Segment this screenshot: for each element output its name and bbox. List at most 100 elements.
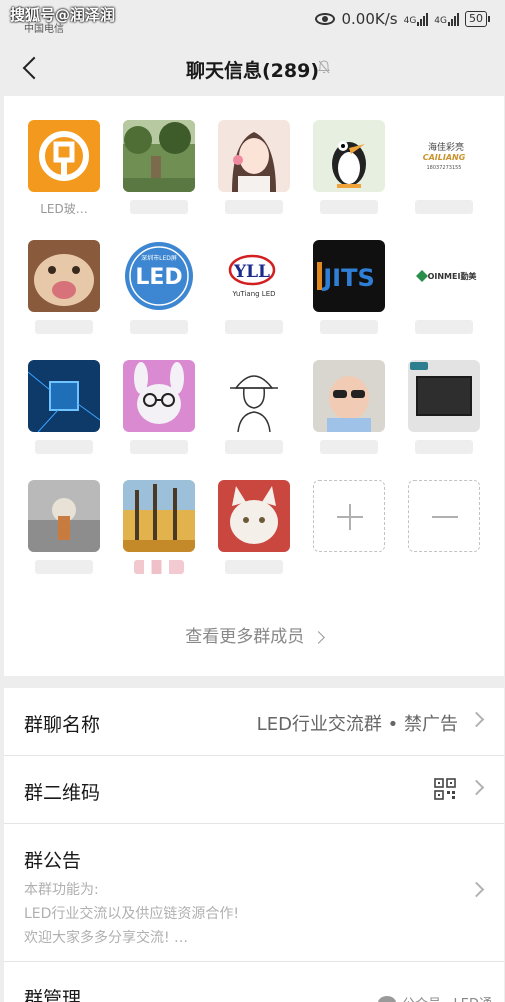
member-item[interactable]: 海佳彩亮 CAILIANG 18037273155 [408, 120, 480, 218]
chevron-right-icon [468, 711, 485, 728]
panel-photo-icon [408, 360, 480, 432]
member-avatar[interactable]: JITS [313, 240, 385, 312]
member-item[interactable]: JITS [313, 240, 385, 338]
remove-member-item[interactable] [408, 480, 480, 552]
chevron-right-icon [468, 779, 485, 796]
led-badge-icon: LED 深圳市LED屏 [123, 240, 195, 312]
member-avatar[interactable] [123, 120, 195, 192]
signal-icon-2: 4G [434, 12, 459, 26]
jits-logo-icon: JITS [313, 240, 385, 312]
member-avatar[interactable] [313, 360, 385, 432]
add-member-button[interactable] [313, 480, 385, 552]
member-name [218, 440, 290, 458]
member-item[interactable] [218, 120, 290, 218]
member-avatar[interactable]: YLL YuTiang LED [218, 240, 290, 312]
notice-line: 本群功能为: [24, 882, 99, 898]
member-name [123, 560, 195, 578]
nav-bar: 聊天信息(289) [0, 40, 505, 96]
member-item[interactable] [123, 480, 195, 578]
member-name [28, 440, 100, 458]
member-avatar[interactable] [218, 480, 290, 552]
member-avatar[interactable] [123, 360, 195, 432]
member-avatar[interactable] [218, 360, 290, 432]
member-name [408, 320, 480, 338]
status-icons: 0.00K/s 4G 4G 50 [315, 10, 490, 28]
member-avatar[interactable]: OINMEI勤美 [408, 240, 480, 312]
group-name-row[interactable]: 群聊名称 LED行业交流群 • 禁广告 [4, 688, 504, 756]
member-avatar[interactable] [28, 480, 100, 552]
member-item[interactable] [313, 120, 385, 218]
svg-text:LED: LED [135, 265, 182, 290]
member-avatar[interactable]: 海佳彩亮 CAILIANG 18037273155 [408, 120, 480, 192]
member-name [313, 320, 385, 338]
group-notice-row[interactable]: 群公告 本群功能为: LED行业交流以及供应链资源合作! 欢迎大家多多分享交流!… [4, 824, 504, 962]
member-name [28, 320, 100, 338]
battery-icon: 50 [465, 11, 490, 27]
svg-text:CAILIANG: CAILIANG [423, 153, 466, 162]
member-avatar[interactable] [313, 120, 385, 192]
bank-logo-icon [28, 120, 100, 192]
member-item[interactable]: YLL YuTiang LED [218, 240, 290, 338]
member-item[interactable]: LED 深圳市LED屏 [123, 240, 195, 338]
mute-bell-icon [318, 60, 330, 74]
member-avatar[interactable] [28, 240, 100, 312]
white-cat-icon [218, 480, 290, 552]
hat-sketch-icon [218, 360, 290, 432]
member-name [123, 200, 195, 218]
member-name [28, 560, 100, 578]
group-manage-label: 群管理 [24, 988, 82, 1002]
signal-icon: 4G [404, 12, 429, 26]
member-item[interactable] [28, 480, 100, 578]
member-item[interactable] [123, 360, 195, 458]
svg-text:YLL: YLL [233, 262, 270, 282]
member-name [313, 440, 385, 458]
member-item[interactable] [218, 480, 290, 578]
chevron-right-icon [311, 631, 325, 644]
view-more-label: 查看更多群成员 [185, 627, 305, 647]
group-notice-label: 群公告 [24, 850, 82, 872]
group-name-label: 群聊名称 [24, 714, 101, 736]
svg-text:18037273155: 18037273155 [427, 165, 462, 171]
svg-text:JITS: JITS [321, 264, 375, 292]
member-item[interactable] [408, 360, 480, 458]
add-member-item[interactable] [313, 480, 385, 552]
chip-photo-icon [28, 360, 100, 432]
group-notice-preview: 本群功能为: LED行业交流以及供应链资源合作! 欢迎大家多多分享交流! … [24, 878, 239, 950]
member-item[interactable]: OINMEI勤美 [408, 240, 480, 338]
girl-illustration-icon [218, 120, 290, 192]
cailiang-logo-icon: 海佳彩亮 CAILIANG 18037273155 [408, 120, 480, 192]
eye-icon [315, 13, 336, 25]
member-avatar[interactable] [28, 120, 100, 192]
member-name [123, 440, 195, 458]
baby-sunglasses-icon [313, 360, 385, 432]
settings-list: 群聊名称 LED行业交流群 • 禁广告 群二维码 群公告 本群功能为: LED行… [4, 688, 504, 1002]
member-name [218, 320, 290, 338]
member-avatar[interactable]: LED 深圳市LED屏 [123, 240, 195, 312]
cat-face-icon [28, 240, 100, 312]
member-name [408, 200, 480, 218]
view-more-members-link[interactable]: 查看更多群成员 [4, 622, 504, 647]
member-item[interactable] [28, 240, 100, 338]
member-avatar[interactable] [123, 480, 195, 552]
member-avatar[interactable] [408, 360, 480, 432]
member-grid: LED玻… 海佳彩亮 CAILIANG 18037273155 LED 深圳市L… [4, 96, 504, 676]
group-qr-row[interactable]: 群二维码 [4, 756, 504, 824]
forest-photo-icon [123, 480, 195, 552]
group-manage-row[interactable]: 群管理 公众号 · LED通 [4, 962, 504, 1002]
qr-code-icon [434, 778, 456, 800]
group-qr-label: 群二维码 [24, 782, 101, 804]
member-avatar[interactable] [218, 120, 290, 192]
qinmei-logo-icon: OINMEI勤美 [408, 240, 480, 312]
top-watermark: 搜狐号@润泽润 [10, 6, 116, 24]
member-item[interactable] [313, 360, 385, 458]
member-name: LED玻… [40, 202, 88, 216]
svg-text:深圳市LED屏: 深圳市LED屏 [141, 254, 177, 262]
member-avatar[interactable] [28, 360, 100, 432]
member-item[interactable] [28, 360, 100, 458]
svg-text:海佳彩亮: 海佳彩亮 [428, 141, 464, 153]
member-item[interactable]: LED玻… [28, 120, 100, 218]
member-item[interactable] [123, 120, 195, 218]
remove-member-button[interactable] [408, 480, 480, 552]
member-item[interactable] [218, 360, 290, 458]
group-name-value: LED行业交流群 • 禁广告 [256, 714, 458, 735]
